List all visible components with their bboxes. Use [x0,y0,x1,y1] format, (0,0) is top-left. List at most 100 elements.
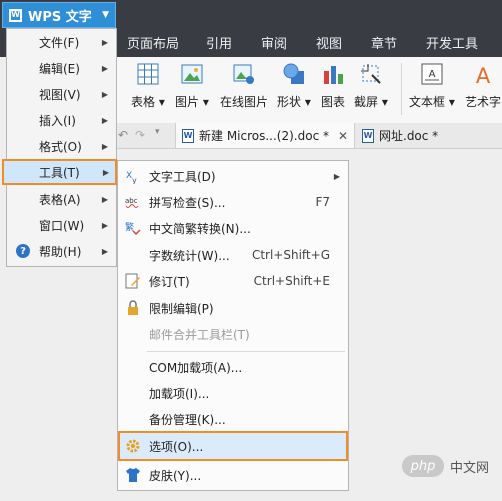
submenu-item-skin[interactable]: 皮肤(Y)... [118,462,348,488]
chart-icon [324,66,343,84]
submenu-item-label: 邮件合并工具栏(T) [149,327,250,342]
menu-item-view[interactable]: 视图(V) ▶ [7,81,116,107]
help-icon: ? [16,244,30,258]
menu-item-label: 视图(V) [39,87,81,102]
tab-chapter[interactable]: 章节 [371,33,397,52]
textbox-button[interactable]: A 文本框 ▾ [409,63,455,110]
chevron-right-icon: ▶ [101,246,108,256]
tab-developer-tools[interactable]: 开发工具 [426,33,478,52]
submenu-item-chinese-convert[interactable]: 繁 中文简繁转换(N)... [118,215,348,241]
toolbar-divider [401,63,402,115]
word-doc-icon: W [362,128,374,143]
menu-item-format[interactable]: 格式(O) ▶ [7,133,116,159]
redo-icon[interactable]: ↷ [135,128,145,142]
doc-tab-new-microsoft[interactable]: W 新建 Micros...(2).doc * ✕ [175,123,356,148]
document-tabs-bar: ↶ ↷ ▾ W 新建 Micros...(2).doc * ✕ W 网址.doc… [117,123,502,149]
chevron-right-icon: ▶ [101,63,108,73]
submenu-item-label: 文字工具(D) [149,169,216,184]
app-title: WPS 文字 [28,9,92,25]
chart-button[interactable]: 图表 [321,63,345,110]
picture-icon [181,64,203,84]
submenu-item-restrict-editing[interactable]: 限制编辑(P) [118,295,348,321]
menu-item-label: 窗口(W) [39,218,85,233]
screenshot-button[interactable]: 截屏 ▾ [354,63,388,110]
tab-review[interactable]: 审阅 [261,33,287,52]
svg-text:A: A [429,69,436,80]
wps-logo-icon: W [9,8,22,22]
menu-item-insert[interactable]: 插入(I) ▶ [7,107,116,133]
submenu-item-options[interactable]: 选项(O)... [118,431,348,461]
text-tools-icon: Xy [125,168,141,184]
menu-item-table[interactable]: 表格(A) ▶ [7,186,116,212]
lock-icon [125,300,141,316]
submenu-item-revision[interactable]: 修订(T) Ctrl+Shift+E [118,268,348,294]
submenu-item-spellcheck[interactable]: abc 拼写检查(S)... F7 [118,189,348,215]
chevron-right-icon: ▶ [101,220,108,230]
menu-item-label: 帮助(H) [39,244,82,259]
ribbon-toolbar: 表格 ▾ 图片 ▾ 在线图片 形状 ▾ 图表 截屏 ▾ A 文本框 ▾ A 艺术… [117,57,502,124]
menu-item-label: 表格(A) [39,192,81,207]
table-button[interactable]: 表格 ▾ [131,63,165,110]
chart-label: 图表 [321,95,346,109]
undo-icon[interactable]: ↶ [118,128,128,142]
close-icon[interactable]: ✕ [338,129,348,143]
textbox-icon: A [421,63,443,85]
shortcut-text: Ctrl+Shift+G [251,248,330,262]
wordart-button[interactable]: A 艺术字 [465,63,501,110]
chevron-right-icon: ▶ [101,115,108,125]
watermark-badge: php [402,455,444,477]
submenu-item-addins[interactable]: 加载项(I)... [118,380,348,406]
menu-item-label: 工具(T) [39,165,80,180]
table-label: 表格 [131,95,156,109]
menu-item-help[interactable]: ? 帮助(H) ▶ [7,238,116,264]
chevron-down-icon[interactable]: ▾ [155,127,160,137]
online-picture-button[interactable]: 在线图片 [220,63,268,110]
gear-icon [125,438,141,454]
doc-tab-label: 新建 Micros...(2).doc * [199,129,329,143]
tab-page-layout[interactable]: 页面布局 [127,33,179,52]
submenu-item-label: 拼写检查(S)... [149,195,226,210]
submenu-item-label: 选项(O)... [149,439,204,454]
tools-submenu: Xy 文字工具(D) ▶ abc 拼写检查(S)... F7 繁 中文简繁转换(… [117,160,349,491]
menu-item-edit[interactable]: 编辑(E) ▶ [7,55,116,81]
submenu-item-backup-management[interactable]: 备份管理(K)... [118,406,348,432]
chevron-right-icon: ▶ [102,167,109,177]
menu-item-tools[interactable]: 工具(T) ▶ [2,159,117,185]
submenu-item-word-count[interactable]: 字数统计(W)... Ctrl+Shift+G [118,242,348,268]
online-picture-label: 在线图片 [220,95,269,109]
revision-icon [125,273,141,289]
submenu-item-label: 字数统计(W)... [149,248,230,263]
word-doc-icon: W [182,128,194,143]
wordart-icon: A [476,64,491,85]
submenu-item-label: 限制编辑(P) [149,301,214,316]
doc-tab-url[interactable]: W 网址.doc * [362,123,438,148]
menu-item-label: 格式(O) [39,139,82,154]
picture-button[interactable]: 图片 ▾ [175,63,209,110]
submenu-item-mail-merge-toolbar: 邮件合并工具栏(T) [118,321,348,347]
shortcut-text: F7 [315,195,330,209]
picture-label: 图片 [175,95,200,109]
tab-view[interactable]: 视图 [316,33,342,52]
menu-divider [147,351,345,352]
chevron-right-icon: ▶ [101,141,108,151]
chevron-right-icon: ▶ [333,171,340,181]
submenu-item-com-addins[interactable]: COM加载项(A)... [118,354,348,380]
svg-text:y: y [132,176,137,184]
menu-item-file[interactable]: 文件(F) ▶ [7,29,116,55]
submenu-item-label: 修订(T) [149,274,190,289]
spellcheck-icon: abc [125,194,141,210]
menu-item-label: 文件(F) [39,35,80,50]
chevron-right-icon: ▶ [101,89,108,99]
svg-text:A: A [476,64,491,85]
submenu-item-text-tools[interactable]: Xy 文字工具(D) ▶ [118,163,348,189]
tab-references[interactable]: 引用 [206,33,232,52]
wps-main-menu: 文件(F) ▶ 编辑(E) ▶ 视图(V) ▶ 插入(I) ▶ 格式(O) ▶ … [2,28,117,267]
online-picture-icon [233,64,254,84]
submenu-item-label: 备份管理(K)... [149,412,226,427]
menu-item-label: 编辑(E) [39,61,80,76]
menu-item-window[interactable]: 窗口(W) ▶ [7,212,116,238]
shape-button[interactable]: 形状 ▾ [277,63,311,110]
svg-text:abc: abc [125,197,138,205]
chevron-down-icon: ▼ [102,10,109,20]
wps-menu-button[interactable]: W WPS 文字 ▼ [2,2,116,28]
